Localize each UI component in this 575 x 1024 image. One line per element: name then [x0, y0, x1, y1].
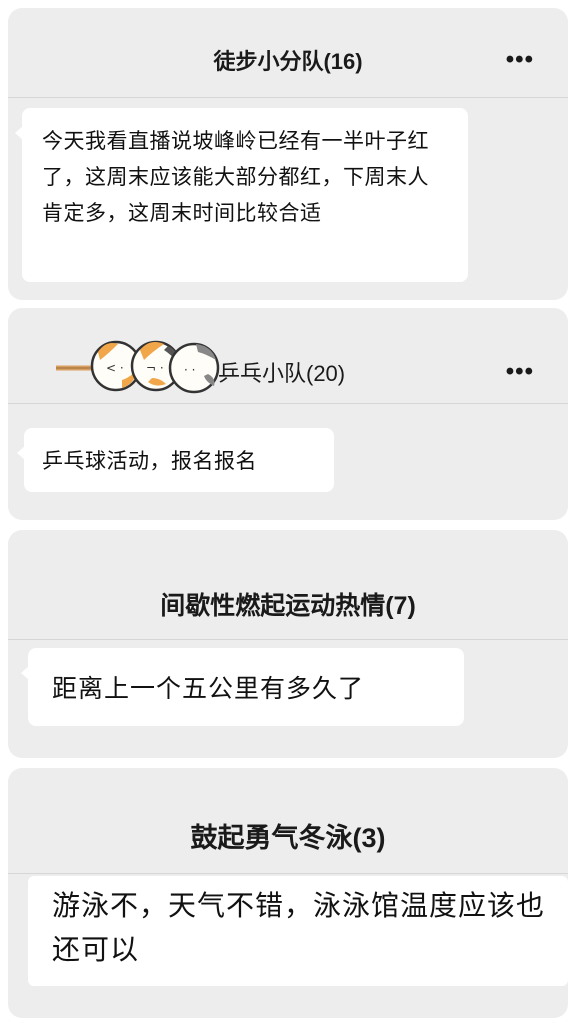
- chat-title: 徒步小分队(16): [213, 49, 363, 74]
- message-bubble[interactable]: 游泳不，天气不错，泳泳馆温度应该也还可以: [28, 876, 568, 986]
- svg-text:< ·: < ·: [106, 361, 124, 375]
- chat-header: 徒步小分队(16) •••: [8, 8, 568, 98]
- more-options-icon[interactable]: •••: [506, 360, 534, 384]
- message-bubble[interactable]: 乒乓球活动，报名报名: [17, 428, 334, 492]
- chat-header: 间歇性燃起运动热情(7): [8, 530, 568, 640]
- svg-text:¬ ·: ¬ ·: [146, 361, 164, 375]
- chat-title: 间歇性燃起运动热情(7): [160, 592, 416, 620]
- message-bubble[interactable]: 今天我看直播说坡峰岭已经有一半叶子红了，这周末应该能大部分都红，下周末人肯定多，…: [15, 108, 468, 282]
- message-text: 游泳不，天气不错，泳泳馆温度应该也还可以: [52, 890, 546, 965]
- chat-card-exercise[interactable]: 间歇性燃起运动热情(7) 距离上一个五公里有多久了: [8, 530, 568, 758]
- chat-header: 鼓起勇气冬泳(3): [8, 768, 568, 874]
- dango-cats-sticker-icon: < · ¬ · · ·: [53, 330, 221, 400]
- chat-title: 鼓起勇气冬泳(3): [190, 823, 386, 853]
- message-text: 今天我看直播说坡峰岭已经有一半叶子红了，这周末应该能大部分都红，下周末人肯定多，…: [42, 130, 429, 225]
- chat-header: < · ¬ · · · 乒乓小队(20) •••: [8, 308, 568, 404]
- message-text: 乒乓球活动，报名报名: [42, 450, 257, 473]
- chat-card-hiking[interactable]: 徒步小分队(16) ••• 今天我看直播说坡峰岭已经有一半叶子红了，这周末应该能…: [8, 8, 568, 300]
- message-bubble[interactable]: 距离上一个五公里有多久了: [21, 648, 464, 726]
- svg-text:· ·: · ·: [184, 363, 195, 377]
- chat-title: 乒乓小队(20): [218, 361, 346, 386]
- message-text: 距离上一个五公里有多久了: [52, 675, 365, 703]
- chat-card-winter-swim[interactable]: 鼓起勇气冬泳(3) 游泳不，天气不错，泳泳馆温度应该也还可以: [8, 768, 568, 1018]
- more-options-icon[interactable]: •••: [506, 48, 534, 72]
- chat-card-pingpong[interactable]: < · ¬ · · · 乒乓小队(20) ••• 乒乓球活动，报名报名: [8, 308, 568, 520]
